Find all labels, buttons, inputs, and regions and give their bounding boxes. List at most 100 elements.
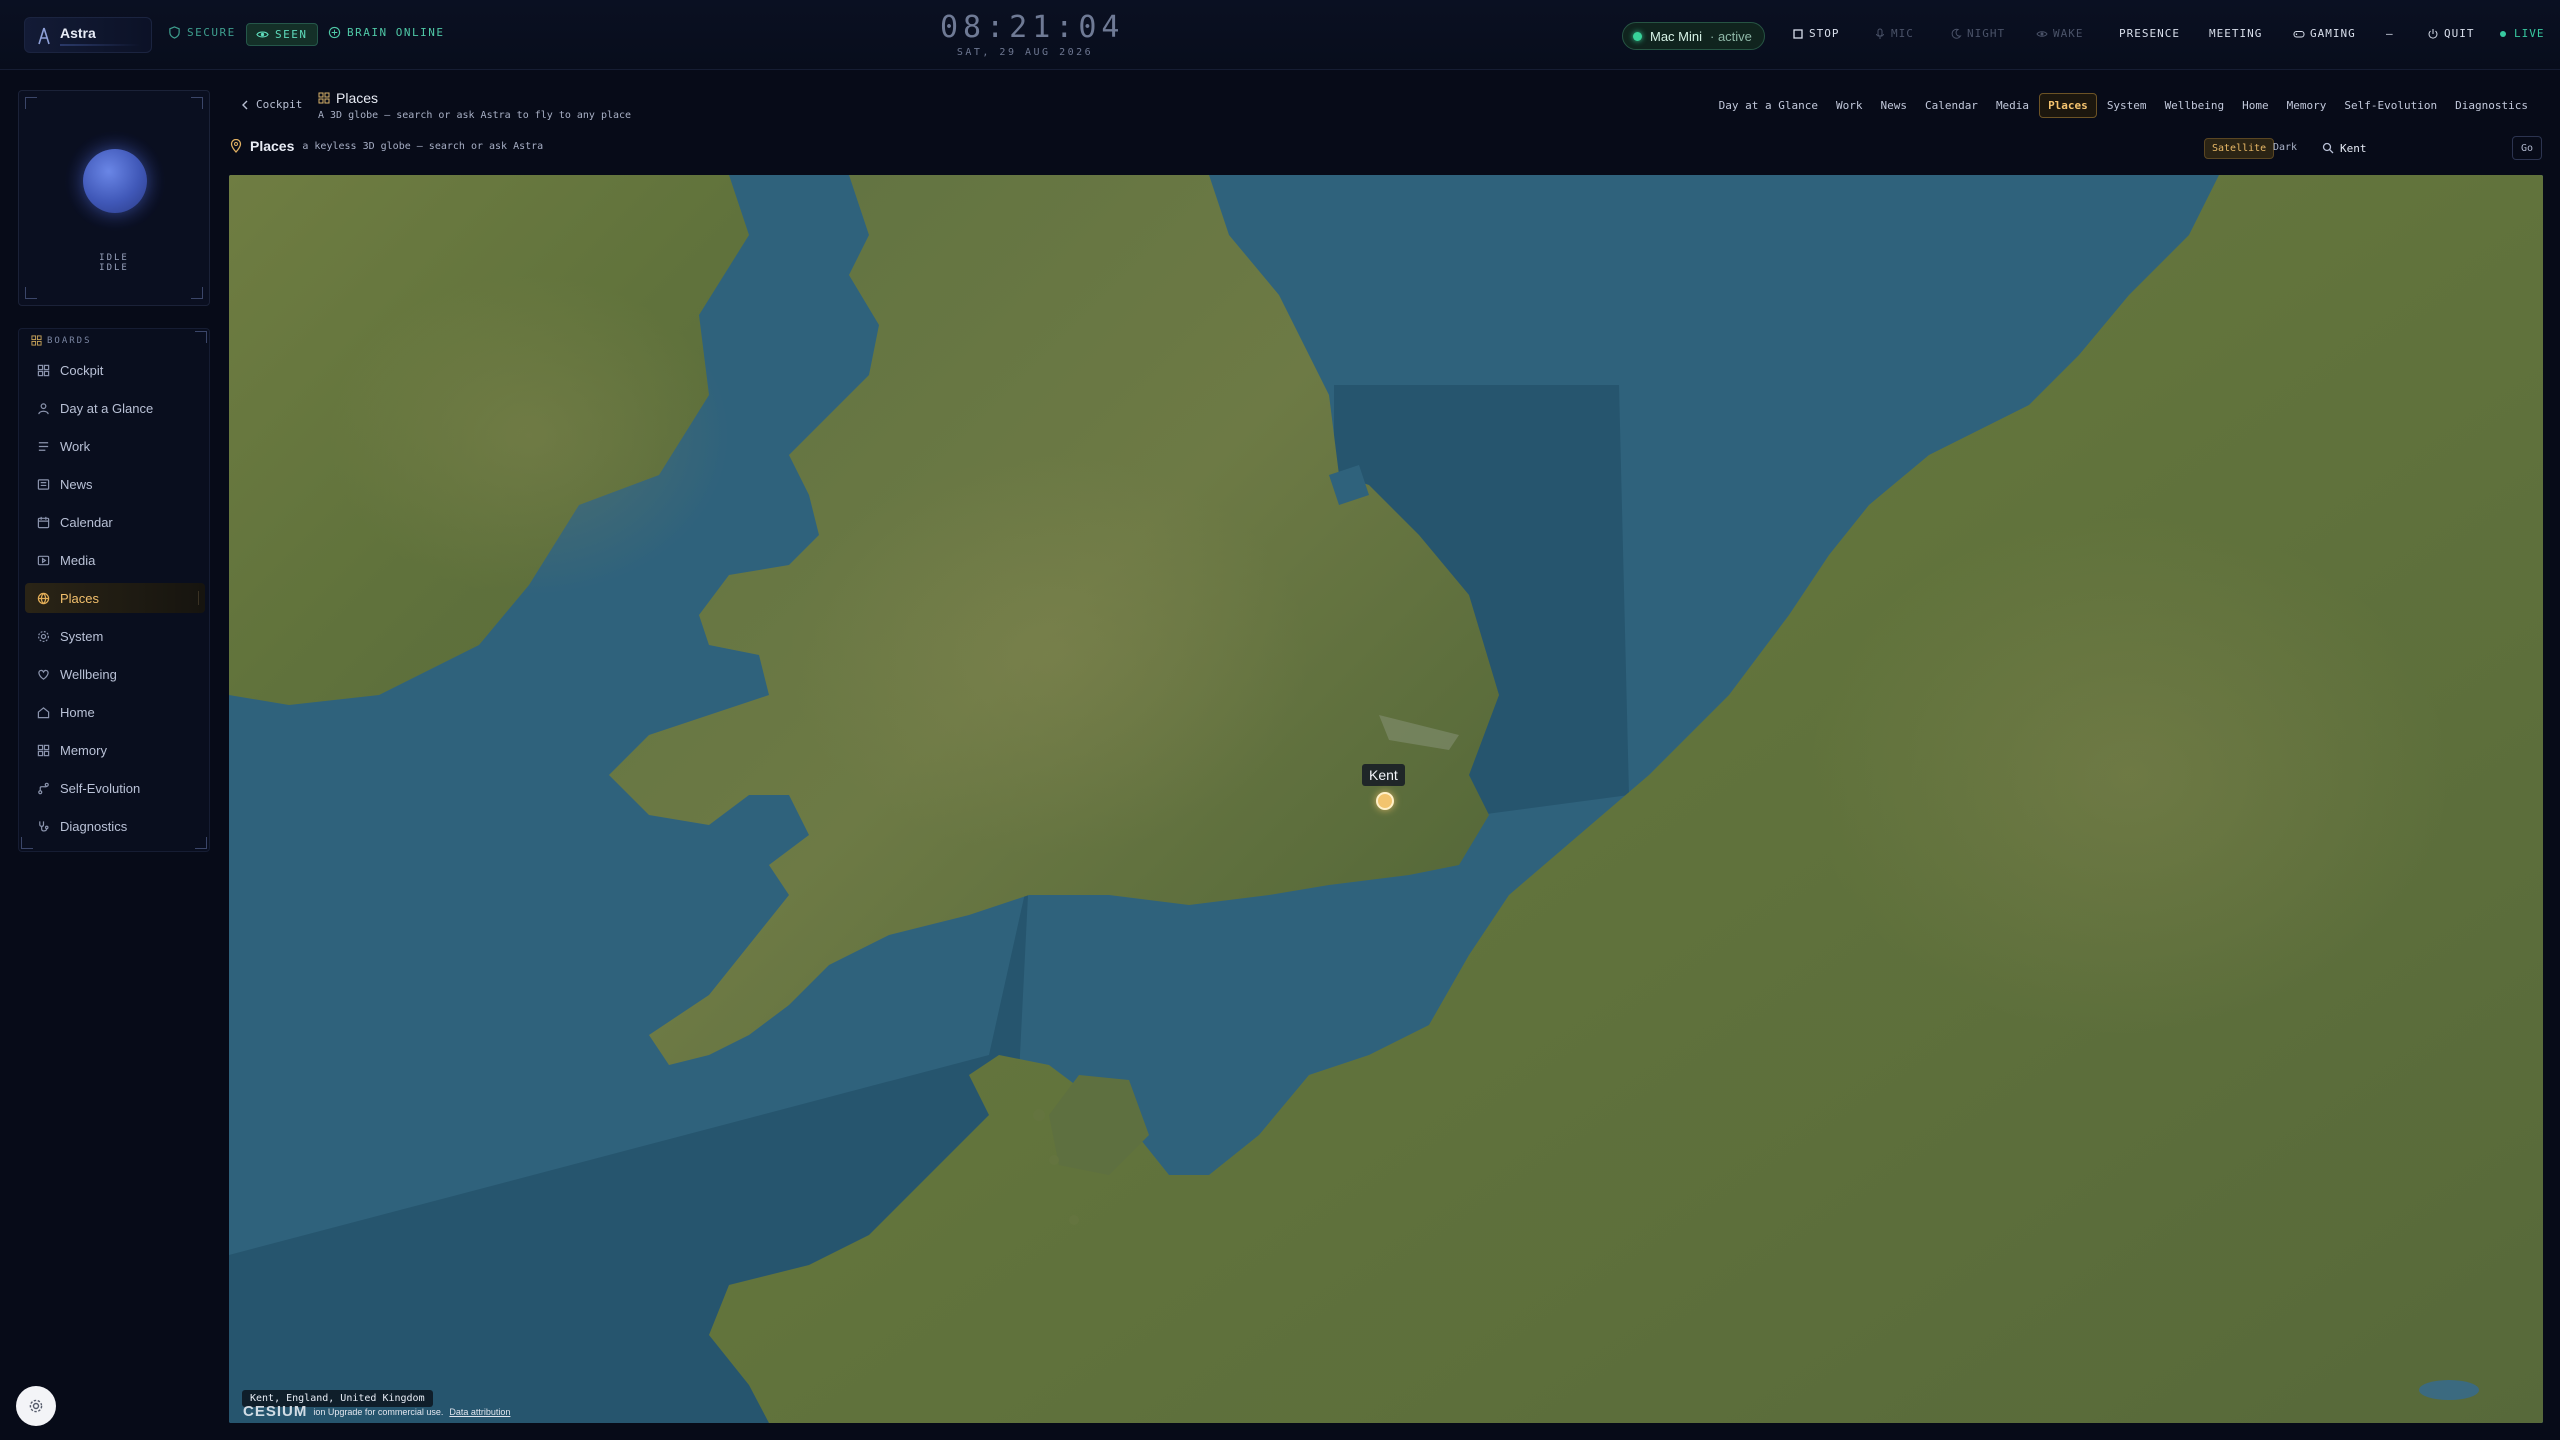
secure-label: SECURE <box>187 26 236 39</box>
go-button[interactable]: Go <box>2512 136 2542 160</box>
settings-button[interactable] <box>16 1386 56 1426</box>
sidebar-item-diagnostics[interactable]: Diagnostics <box>25 811 205 841</box>
sidebar-item-news[interactable]: News <box>25 469 205 499</box>
assistant-state-label: IDLE <box>99 253 129 263</box>
frame-corner <box>191 97 203 109</box>
sidebar-item-media[interactable]: Media <box>25 545 205 575</box>
night-label: NIGHT <box>1967 27 2006 40</box>
brand-underline <box>60 44 140 46</box>
gear-icon <box>29 1399 43 1413</box>
tab-diagnostics[interactable]: Diagnostics <box>2447 94 2536 117</box>
sidebar-item-label: Work <box>60 438 91 454</box>
grid-icon <box>318 92 330 104</box>
meeting-label: MEETING <box>2209 27 2263 40</box>
sidebar-item-day-at-a-glance[interactable]: Day at a Glance <box>25 393 205 423</box>
place-marker-pin[interactable] <box>1376 792 1394 810</box>
heart-icon <box>38 669 49 680</box>
shield-icon <box>169 26 180 39</box>
presence-label: PRESENCE <box>2119 27 2180 40</box>
night-button[interactable]: NIGHT <box>1950 27 2005 40</box>
sidebar-item-work[interactable]: Work <box>25 431 205 461</box>
tab-memory[interactable]: Memory <box>2279 94 2335 117</box>
search-icon <box>2322 142 2334 154</box>
frame-corner <box>25 287 37 299</box>
assistant-face-panel: IDLE IDLE <box>18 90 210 306</box>
sidebar-item-places[interactable]: Places <box>25 583 205 613</box>
place-search <box>2318 136 2504 160</box>
sidebar-item-label: Places <box>60 590 100 606</box>
clock-time: 08:21:04 <box>940 10 1125 45</box>
mic-button[interactable]: MIC <box>1874 27 1914 40</box>
tab-self-evolution[interactable]: Self-Evolution <box>2336 94 2445 117</box>
sidebar-item-label: Home <box>60 704 95 720</box>
seen-indicator[interactable]: SEEN <box>246 23 318 46</box>
tab-day-at-a-glance[interactable]: Day at a Glance <box>1711 94 1826 117</box>
sidebar-item-wellbeing[interactable]: Wellbeing <box>25 659 205 689</box>
brain-label: BRAIN ONLINE <box>347 26 445 39</box>
tab-places[interactable]: Places <box>2039 93 2097 118</box>
quit-label: QUIT <box>2444 27 2475 40</box>
tab-wellbeing[interactable]: Wellbeing <box>2157 94 2233 117</box>
stethoscope-icon <box>39 820 49 832</box>
secure-indicator: SECURE <box>168 26 236 39</box>
sidebar-item-memory[interactable]: Memory <box>25 735 205 765</box>
stop-icon <box>1793 28 1803 39</box>
live-dot-icon <box>2500 30 2506 37</box>
places-section-header: Places a keyless 3D globe — search or as… <box>230 138 543 154</box>
tab-news[interactable]: News <box>1872 94 1915 117</box>
minimize-button[interactable]: — <box>2386 27 2394 40</box>
meeting-button[interactable]: MEETING <box>2209 27 2262 40</box>
person-icon <box>38 402 49 414</box>
presence-button[interactable]: PRESENCE <box>2119 27 2180 40</box>
sidebar-item-label: Self-Evolution <box>60 780 141 796</box>
brand-badge[interactable]: Astra <box>24 17 152 53</box>
boards-heading: BOARDS <box>31 335 92 346</box>
tab-calendar[interactable]: Calendar <box>1917 94 1986 117</box>
back-to-cockpit-link[interactable]: Cockpit <box>240 98 302 111</box>
sidebar-item-cockpit[interactable]: Cockpit <box>25 355 205 385</box>
quit-button[interactable]: QUIT <box>2427 27 2475 40</box>
cpu-icon <box>37 630 50 642</box>
assistant-orb[interactable] <box>83 149 147 213</box>
globe-map-view[interactable]: Kent Kent, England, United Kingdom CESIU… <box>229 175 2543 1423</box>
boards-heading-label: BOARDS <box>47 335 92 346</box>
home-icon <box>37 706 50 718</box>
newspaper-icon <box>37 478 50 490</box>
map-pin-icon <box>230 139 242 153</box>
tab-home[interactable]: Home <box>2234 94 2277 117</box>
mic-label: MIC <box>1891 27 1914 40</box>
brain-icon <box>328 26 341 39</box>
wake-button[interactable]: WAKE <box>2036 27 2084 40</box>
sidebar-item-home[interactable]: Home <box>25 697 205 727</box>
tab-work[interactable]: Work <box>1828 94 1871 117</box>
seen-label: SEEN <box>275 28 308 41</box>
device-status-dot <box>1633 31 1642 41</box>
device-pill[interactable]: Mac Mini · active <box>1622 22 1765 50</box>
sidebar-item-label: Memory <box>60 742 107 758</box>
map-attribution: CESIUM ion Upgrade for commercial use. D… <box>243 1403 510 1420</box>
section-title: Places <box>250 138 295 154</box>
stop-button[interactable]: STOP <box>1792 27 1840 40</box>
frame-corner <box>25 97 37 109</box>
grid-icon <box>37 364 50 376</box>
sidebar-item-label: Media <box>60 552 96 568</box>
tab-system[interactable]: System <box>2099 94 2155 117</box>
assistant-state-sublabel: IDLE <box>99 263 129 273</box>
mic-icon <box>1876 28 1884 39</box>
data-attribution-link[interactable]: Data attribution <box>449 1407 510 1417</box>
sidebar-item-calendar[interactable]: Calendar <box>25 507 205 537</box>
boards-nav: BOARDS Cockpit Day at a Glance Work News… <box>18 328 210 852</box>
place-marker-label: Kent <box>1362 764 1405 786</box>
place-search-input[interactable] <box>2340 141 2490 155</box>
sidebar-item-system[interactable]: System <box>25 621 205 651</box>
grid-icon <box>37 744 50 756</box>
sidebar-item-self-evolution[interactable]: Self-Evolution <box>25 773 205 803</box>
satellite-style-button[interactable]: Satellite <box>2204 138 2275 159</box>
gaming-button[interactable]: GAMING <box>2293 27 2356 40</box>
wake-label: WAKE <box>2053 27 2084 40</box>
sidebar-item-label: Diagnostics <box>60 818 128 834</box>
dark-style-button[interactable]: Dark <box>2266 138 2304 157</box>
astra-logo-icon <box>38 27 50 45</box>
tab-media[interactable]: Media <box>1988 94 2037 117</box>
calendar-icon <box>37 516 50 528</box>
